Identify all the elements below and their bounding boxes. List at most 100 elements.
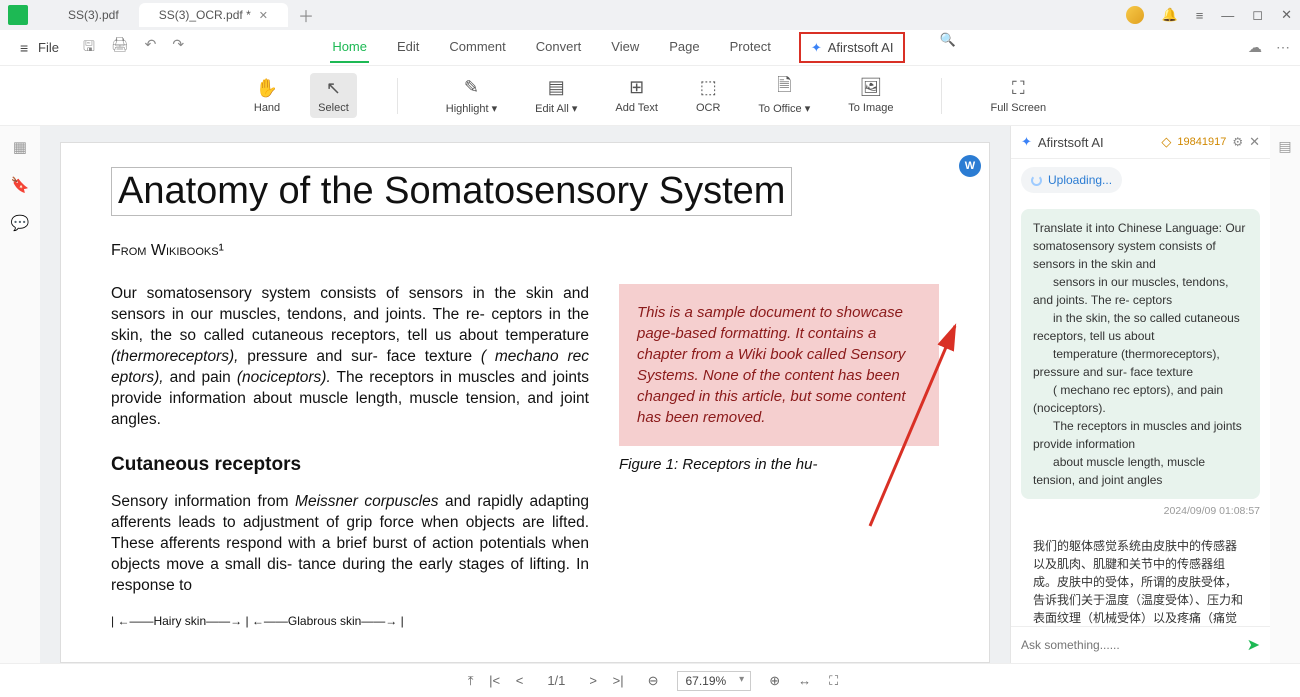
image-icon: 🖼 — [859, 77, 882, 99]
tab-label: SS(3).pdf — [68, 8, 119, 22]
zoom-in-icon[interactable]: ⊕ — [769, 673, 780, 689]
word-badge-icon[interactable]: W — [959, 155, 981, 177]
hand-icon: ✋ — [256, 77, 278, 99]
tool-fullscreen[interactable]: ⛶ Full Screen — [982, 73, 1054, 118]
page-indicator: 1/1 — [547, 673, 565, 688]
close-panel-icon[interactable]: ✕ — [1249, 134, 1260, 150]
separator — [397, 78, 398, 114]
ellipsis-icon[interactable]: ⋯ — [1276, 39, 1290, 56]
hamburger-icon — [20, 40, 32, 56]
new-tab-button[interactable]: ＋ — [288, 3, 324, 27]
tool-tooffice[interactable]: 🗎 To Office ▾ — [750, 73, 818, 119]
afirstsoft-ai-button[interactable]: ✦ Afirstsoft AI — [799, 32, 906, 63]
minimize-icon[interactable]: — — [1221, 8, 1234, 23]
chat-timestamp: 2024/09/09 01:08:57 — [1021, 505, 1260, 517]
token-icon: ◇ — [1161, 134, 1171, 150]
print-icon[interactable]: 🖨 — [111, 36, 129, 60]
undo-icon[interactable]: ↶ — [145, 36, 157, 60]
figure-line: | ←——Hairy skin——→ | ←——Glabrous skin——→… — [111, 613, 589, 629]
tool-label: Full Screen — [990, 102, 1046, 114]
menu-icon[interactable]: ≡ — [1196, 8, 1204, 23]
uploading-label: Uploading... — [1048, 173, 1112, 187]
pdf-page: W Anatomy of the Somatosensory System Fr… — [60, 142, 990, 663]
maximize-icon[interactable]: ◻ — [1252, 7, 1263, 23]
body-paragraph: Sensory information from Meissner corpus… — [111, 492, 589, 597]
prev-page-icon[interactable]: < — [510, 673, 530, 688]
menu-protect[interactable]: Protect — [728, 32, 773, 63]
zoom-select[interactable]: 67.19% — [677, 671, 752, 691]
file-label: File — [38, 40, 59, 55]
bookmark-icon[interactable]: 🔖 — [11, 176, 30, 194]
ai-button-label: Afirstsoft AI — [828, 40, 894, 55]
ai-token-count: 19841917 — [1177, 136, 1226, 148]
menu-convert[interactable]: Convert — [534, 32, 584, 63]
tool-label: Highlight ▾ — [446, 102, 497, 115]
highlight-icon: ✎ — [464, 77, 479, 99]
sparkle-icon: ✦ — [811, 40, 822, 56]
user-avatar-icon[interactable] — [1126, 6, 1144, 24]
comments-icon[interactable]: 💬 — [11, 214, 30, 232]
prev-chapter-icon[interactable]: |< — [483, 673, 506, 688]
tool-label: To Image — [848, 102, 893, 114]
section-heading: Cutaneous receptors — [111, 452, 589, 478]
chat-message-user: Translate it into Chinese Language: Our … — [1021, 209, 1260, 499]
next-chapter-icon[interactable]: >| — [607, 673, 630, 688]
sparkle-icon: ✦ — [1021, 134, 1032, 150]
redo-icon[interactable]: ↷ — [172, 36, 184, 60]
first-page-icon[interactable]: ⤒ — [462, 673, 480, 688]
tool-toimage[interactable]: 🖼 To Image — [840, 73, 901, 119]
tool-hand[interactable]: ✋ Hand — [246, 73, 288, 118]
tool-highlight[interactable]: ✎ Highlight ▾ — [438, 73, 505, 119]
file-menu[interactable]: File — [10, 36, 69, 60]
tool-label: Hand — [254, 102, 280, 114]
doc-title[interactable]: Anatomy of the Somatosensory System — [111, 167, 792, 216]
text-icon: ⊞ — [629, 77, 644, 99]
callout-note: This is a sample document to showcase pa… — [619, 284, 939, 446]
bell-icon[interactable]: 🔔 — [1162, 7, 1178, 23]
gear-icon[interactable]: ⚙ — [1232, 135, 1243, 149]
chat-message-ai: 我们的躯体感觉系统由皮肤中的传感器以及肌肉、肌腱和关节中的传感器组成。皮肤中的受… — [1021, 527, 1260, 626]
tool-select[interactable]: ↖ Select — [310, 73, 357, 118]
fullscreen-icon: ⛶ — [1012, 77, 1025, 99]
close-icon[interactable]: ✕ — [259, 9, 268, 22]
menu-home[interactable]: Home — [330, 32, 369, 63]
doc-subtitle: From Wikibooks¹ — [111, 242, 939, 260]
tool-editall[interactable]: ▤ Edit All ▾ — [527, 73, 585, 119]
menu-page[interactable]: Page — [667, 32, 701, 63]
body-paragraph: Our somatosensory system consists of sen… — [111, 284, 589, 430]
tool-addtext[interactable]: ⊞ Add Text — [607, 73, 666, 119]
menu-edit[interactable]: Edit — [395, 32, 421, 63]
search-icon[interactable]: 🔍 — [939, 32, 955, 63]
edit-icon: ▤ — [548, 77, 565, 99]
cursor-icon: ↖ — [326, 77, 341, 99]
send-icon[interactable]: ➤ — [1247, 635, 1260, 655]
save-icon[interactable]: 🖫 — [83, 36, 95, 60]
ai-input[interactable] — [1021, 638, 1247, 652]
separator — [941, 78, 942, 114]
tab-label: SS(3)_OCR.pdf * — [159, 8, 251, 22]
ai-panel-title: Afirstsoft AI — [1038, 135, 1104, 150]
cloud-icon[interactable]: ☁ — [1248, 39, 1262, 56]
next-page-icon[interactable]: > — [583, 673, 603, 688]
panel-toggle-icon[interactable]: ▤ — [1278, 138, 1291, 155]
app-logo — [8, 5, 28, 25]
close-window-icon[interactable]: ✕ — [1281, 7, 1292, 23]
menu-comment[interactable]: Comment — [447, 32, 507, 63]
tool-label: Edit All ▾ — [535, 102, 577, 115]
ocr-icon: ⬚ — [700, 77, 717, 99]
fit-page-icon[interactable]: ⛶ — [829, 673, 838, 689]
office-icon: 🗎 — [777, 77, 791, 99]
tool-label: Select — [318, 102, 349, 114]
menu-view[interactable]: View — [609, 32, 641, 63]
spinner-icon — [1031, 175, 1042, 186]
tab-ss3[interactable]: SS(3).pdf — [48, 3, 139, 27]
tool-label: To Office ▾ — [758, 102, 810, 115]
zoom-out-icon[interactable]: ⊖ — [648, 673, 659, 689]
uploading-pill: Uploading... — [1021, 167, 1122, 193]
thumbnails-icon[interactable]: ▦ — [13, 138, 27, 156]
tool-ocr[interactable]: ⬚OCR — [688, 73, 728, 119]
tool-label: Add Text — [615, 102, 658, 114]
tab-ss3-ocr[interactable]: SS(3)_OCR.pdf * ✕ — [139, 3, 288, 27]
figure-caption: Figure 1: Receptors in the hu- — [619, 456, 939, 473]
fit-width-icon[interactable]: ↔ — [798, 673, 811, 688]
